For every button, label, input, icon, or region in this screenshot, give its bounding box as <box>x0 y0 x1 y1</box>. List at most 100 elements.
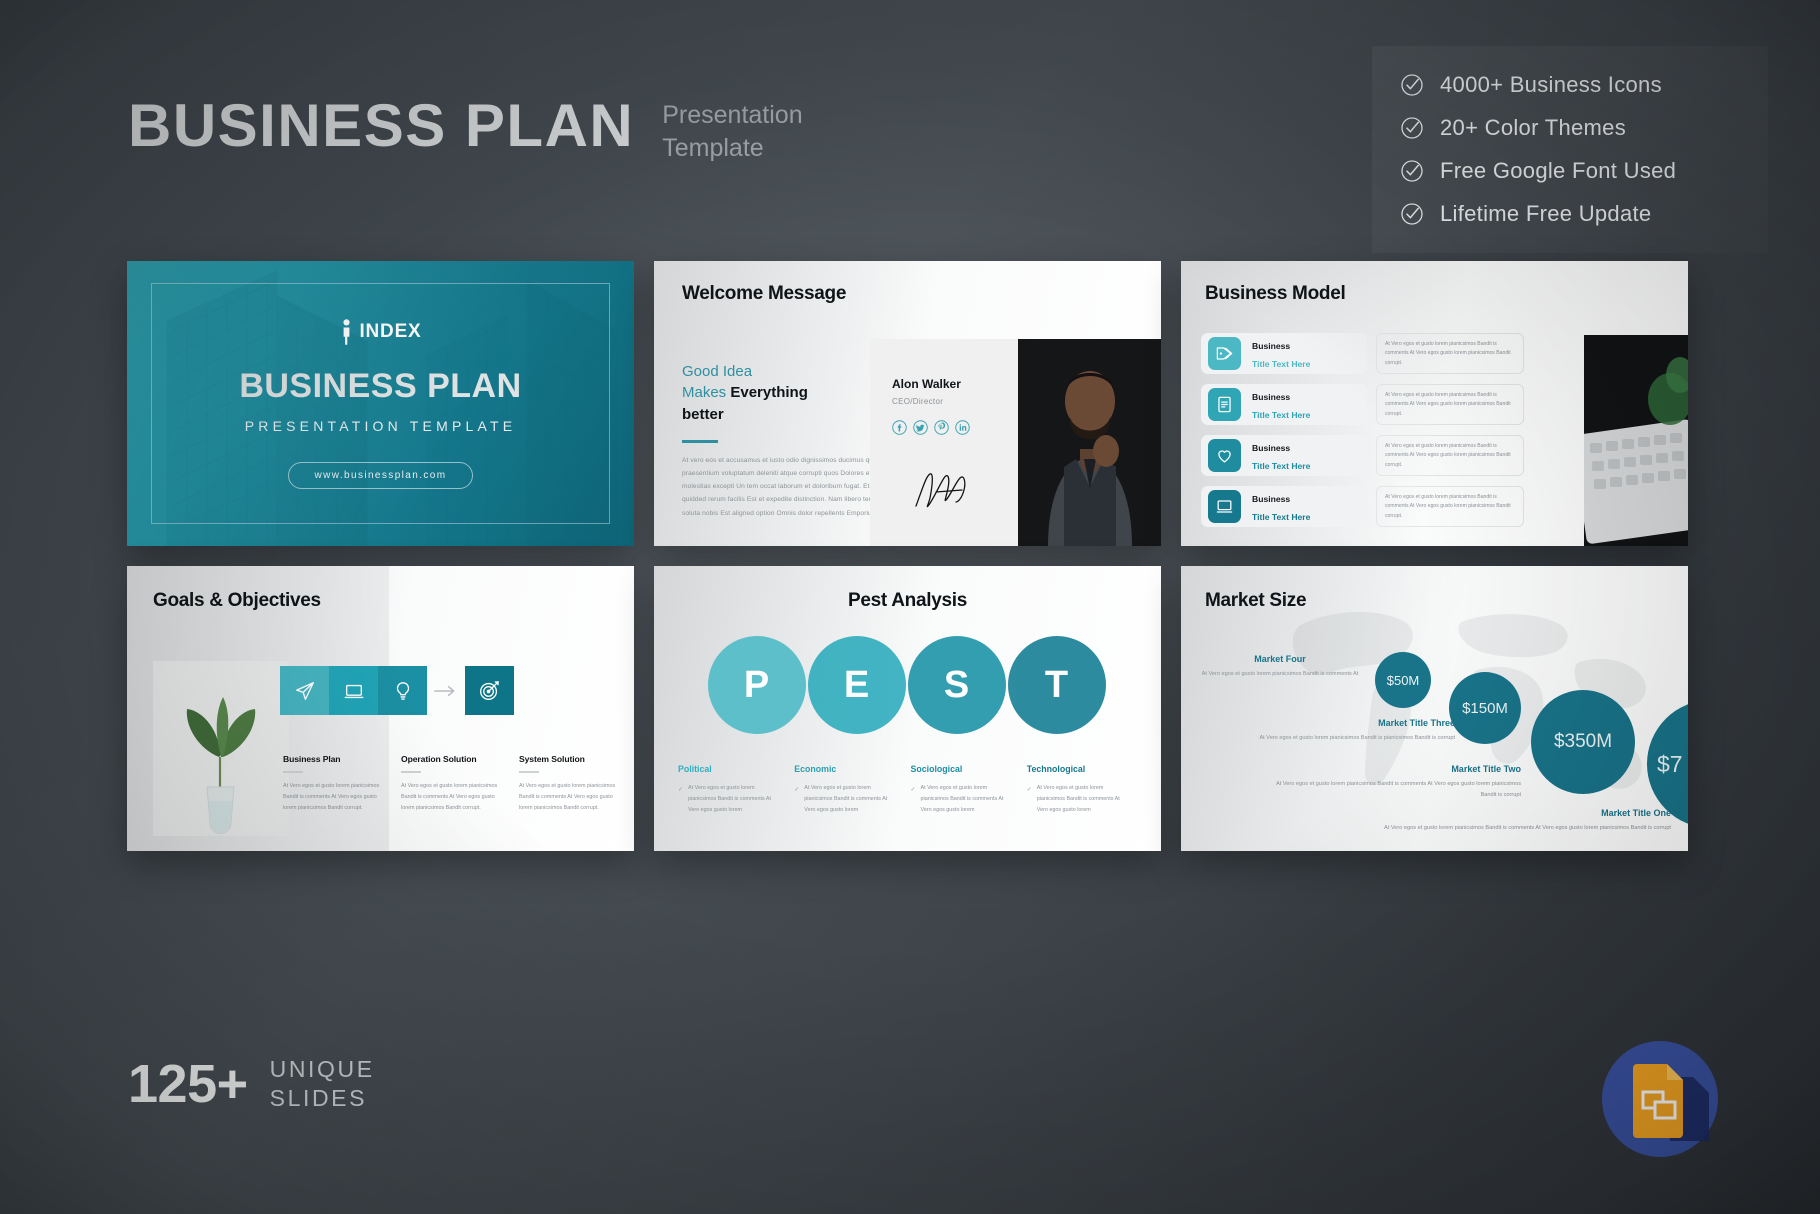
headline-part-1: Good Idea <box>682 363 753 380</box>
person-name: Alon Walker <box>892 377 961 391</box>
slide-cover[interactable]: INDEX BUSINESS PLAN PRESENTATION TEMPLAT… <box>127 261 634 546</box>
pest-circle-t: T <box>1007 636 1106 734</box>
business-model-card[interactable]: Business Title Text Here <box>1201 333 1367 374</box>
feature-item: 20+ Color Themes <box>1400 115 1742 141</box>
twitter-icon[interactable] <box>913 420 928 435</box>
goal-column-body: At Vero egos et gusto lorem pianicsimos … <box>283 783 380 812</box>
check-circle-icon <box>1400 202 1424 226</box>
pest-column-body: At Vero egos et gusto lorem pianicsimos … <box>920 785 1004 813</box>
market-label-title: Market Title Three <box>1378 718 1455 728</box>
linkedin-icon[interactable] <box>955 420 970 435</box>
pest-column: Economic ✓ At Vero egos et gusto lorem pi… <box>794 764 910 815</box>
slide-count-words: UNIQUE SLIDES <box>270 1055 375 1114</box>
pest-column-body: At Vero egos et gusto lorem pianicsimos … <box>804 785 888 813</box>
goal-column: Operation Solution At Vero egos et gusto… <box>401 754 519 814</box>
index-logo: INDEX <box>339 318 422 345</box>
slide-market-size[interactable]: Market Size $50M $150M $350M $7 Market F… <box>1181 566 1688 851</box>
divider <box>519 771 539 773</box>
card-line-2: Title Text Here <box>1252 409 1311 420</box>
cover-url-button[interactable]: www.businessplan.com <box>287 461 474 489</box>
feature-list: 4000+ Business Icons 20+ Color Themes Fr… <box>1372 46 1768 253</box>
goal-column-title: Business Plan <box>283 754 341 764</box>
document-icon <box>1208 388 1241 421</box>
feature-label: Free Google Font Used <box>1440 158 1677 183</box>
check-circle-icon <box>1400 73 1424 97</box>
goal-column-title: System Solution <box>519 754 585 764</box>
business-model-body: At Vero egos et gusto lorem pianicsimos … <box>1376 333 1524 374</box>
check-icon: ✓ <box>910 787 916 793</box>
market-label: Market Title Two At Vero egos et gusto l… <box>1269 764 1521 801</box>
title-subtitle-line2: Template <box>662 134 764 162</box>
slide-goals-objectives[interactable]: Goals & Objectives Business Plan At Vero… <box>127 566 634 851</box>
pest-column: Political ✓ At Vero egos et gusto lorem p… <box>678 764 794 815</box>
business-model-body: At Vero egos et gusto lorem pianicsimos … <box>1376 384 1524 425</box>
person-photo <box>1018 339 1161 546</box>
slide-count-word-2: SLIDES <box>269 1085 368 1112</box>
monitor-icon <box>329 666 378 715</box>
goal-column: Business Plan At Vero egos et gusto lore… <box>283 754 401 814</box>
cover-subheading: PRESENTATION TEMPLATE <box>244 417 517 434</box>
pinterest-icon[interactable] <box>934 420 949 435</box>
goal-icon-flow <box>280 666 514 715</box>
business-model-card[interactable]: Business Title Text Here <box>1201 384 1367 425</box>
market-bubble: $350M <box>1531 690 1635 794</box>
person-portrait-illustration <box>1018 339 1161 546</box>
market-label-body: At Vero egos et gusto lorem pianicsimos … <box>1276 781 1521 798</box>
signature-image <box>915 473 966 508</box>
slide-row-bottom: Goals & Objectives Business Plan At Vero… <box>127 566 1689 851</box>
pest-column-title: Economic <box>794 764 837 774</box>
business-model-card[interactable]: Business Title Text Here <box>1201 435 1367 476</box>
title-subtitle-line1: Presentation <box>662 101 803 129</box>
feature-item: Lifetime Free Update <box>1400 201 1742 227</box>
slide-business-model[interactable]: Business Model Business Title Text Here … <box>1181 261 1688 546</box>
market-label-title: Market Title One <box>1601 808 1671 818</box>
market-bubble: $150M <box>1449 672 1521 744</box>
market-bubble: $50M <box>1375 652 1431 708</box>
slide-welcome-message[interactable]: Welcome Message Good Idea Makes Everythi… <box>654 261 1161 546</box>
market-label-body: At Vero egos et gusto lorem pianicsimos … <box>1259 735 1455 741</box>
title-subtitle: Presentation Template <box>662 96 802 165</box>
workspace-photo <box>1584 335 1688 546</box>
feature-item: 4000+ Business Icons <box>1400 72 1742 98</box>
card-line-2: Title Text Here <box>1252 460 1311 471</box>
index-logo-mark <box>343 318 351 345</box>
divider <box>401 771 421 773</box>
keyboard-photo-illustration <box>1584 335 1688 546</box>
market-label-title: Market Title Two <box>1451 764 1521 774</box>
headline-part-2: Makes <box>682 384 731 402</box>
check-icon: ✓ <box>1026 787 1032 793</box>
headline-part-4: better <box>682 405 724 423</box>
heart-icon <box>1208 439 1241 472</box>
market-label-body: At Vero egos et gusto lorem pianicsimos … <box>1384 825 1671 831</box>
page-title: BUSINESS PLAN Presentation Template <box>128 96 803 165</box>
market-label: Market Title One At Vero egos et gusto l… <box>1341 808 1671 834</box>
facebook-icon[interactable] <box>892 420 907 435</box>
divider <box>283 771 303 773</box>
check-icon: ✓ <box>794 787 800 793</box>
tag-icon <box>1208 337 1241 370</box>
pest-column-title: Sociological <box>910 764 963 774</box>
check-circle-icon <box>1400 159 1424 183</box>
feature-label: 20+ Color Themes <box>1440 115 1626 140</box>
pest-column-body: At Vero egos et gusto lorem pianicsimos … <box>688 785 772 813</box>
card-line-1: Business <box>1252 340 1291 351</box>
pest-column-body: At Vero egos et gusto lorem pianicsimos … <box>1036 785 1120 813</box>
feature-item: Free Google Font Used <box>1400 158 1742 184</box>
slide-title: Market Size <box>1205 590 1307 611</box>
pest-circle-s: S <box>907 636 1006 734</box>
index-logo-text: INDEX <box>359 320 422 342</box>
headline-part-3: Everything <box>730 384 808 402</box>
business-model-card[interactable]: Business Title Text Here <box>1201 486 1367 527</box>
card-line-1: Business <box>1252 493 1291 504</box>
social-links <box>892 420 1018 435</box>
slide-title: Pest Analysis <box>848 590 967 611</box>
market-label: Market Title Three At Vero egos et gusto… <box>1201 718 1455 744</box>
plant-illustration <box>153 661 289 836</box>
goal-column: System Solution At Vero egos et gusto lo… <box>519 754 634 814</box>
card-line-1: Business <box>1252 442 1291 453</box>
pest-columns: Political ✓ At Vero egos et gusto lorem p… <box>678 764 1143 815</box>
slide-count-number: 125+ <box>128 1054 248 1115</box>
business-model-body: At Vero egos et gusto lorem pianicsimos … <box>1376 435 1524 476</box>
person-role: CEO/Director <box>892 397 944 406</box>
slide-pest-analysis[interactable]: Pest Analysis P E S T Political ✓ At Vero… <box>654 566 1161 851</box>
